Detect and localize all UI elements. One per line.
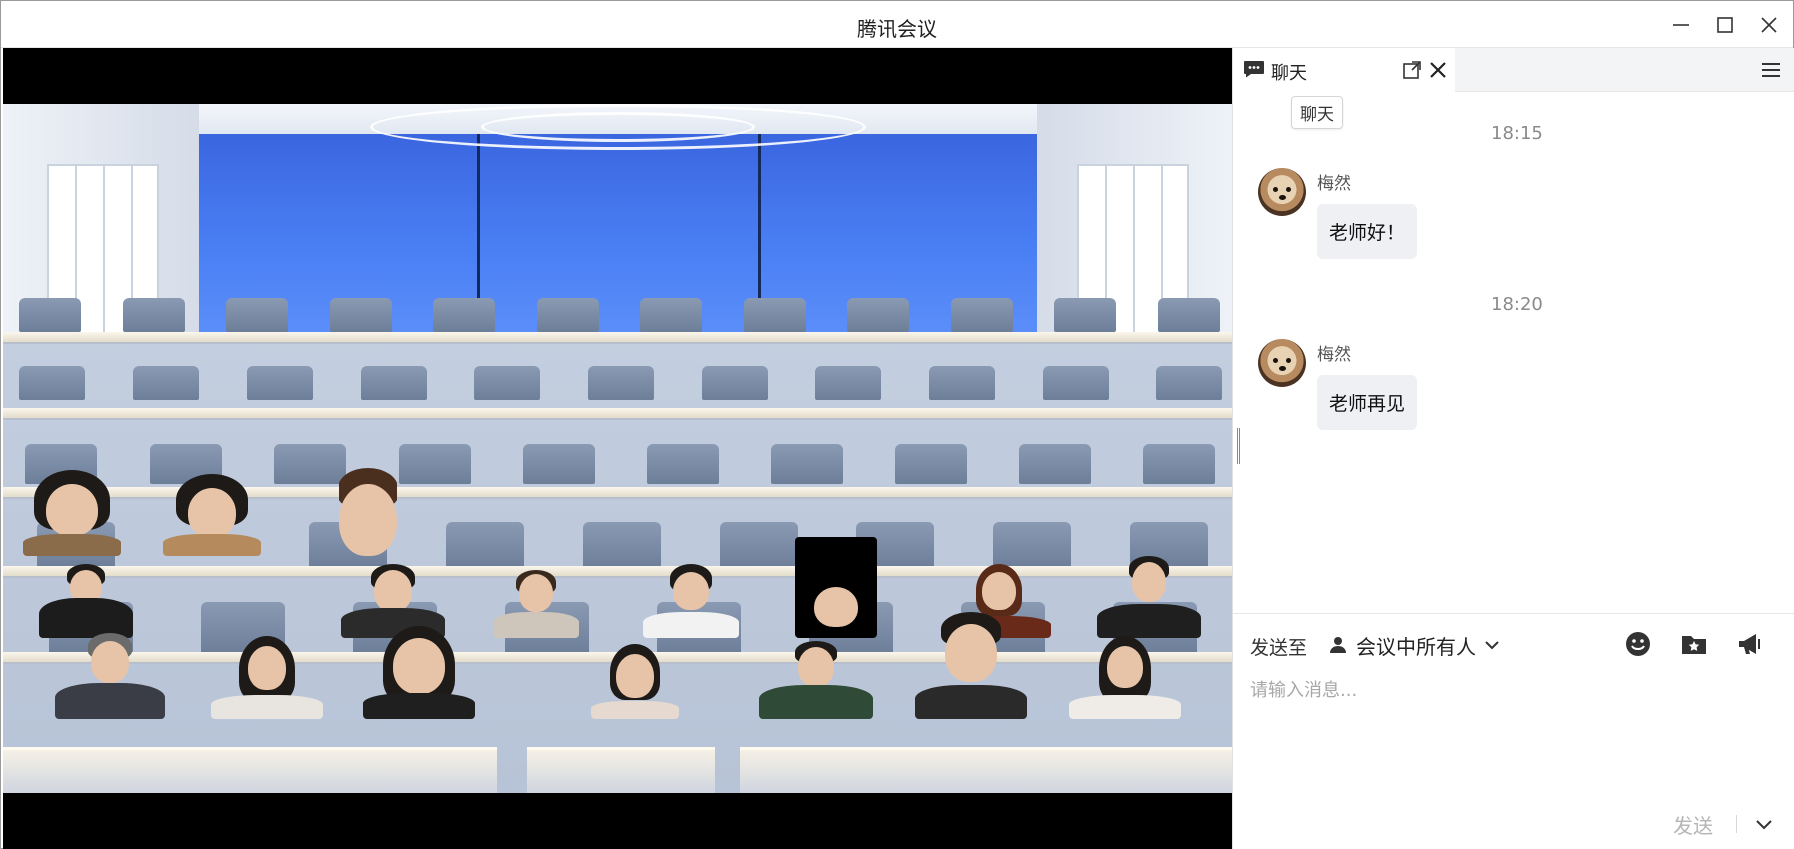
seat bbox=[640, 298, 702, 332]
participant-video[interactable] bbox=[643, 562, 739, 638]
front-desk bbox=[527, 747, 715, 793]
desk-row bbox=[3, 408, 1232, 420]
desk-row bbox=[3, 332, 1232, 344]
person-icon bbox=[1330, 637, 1346, 653]
participant-video[interactable] bbox=[55, 631, 165, 719]
participant-video[interactable] bbox=[363, 624, 475, 719]
compose-area: 发送至 会议中所有人 请输入消息... 发送 bbox=[1233, 613, 1794, 849]
title-bar: 腾讯会议 bbox=[1, 1, 1793, 48]
seat bbox=[1156, 366, 1222, 400]
seat bbox=[330, 298, 392, 332]
send-to-label: 发送至 bbox=[1250, 637, 1308, 659]
minimize-icon bbox=[1673, 24, 1689, 26]
participant-video[interactable] bbox=[339, 468, 397, 556]
seat bbox=[19, 298, 81, 332]
seat bbox=[744, 298, 806, 332]
message-timestamp: 18:15 bbox=[1491, 123, 1543, 144]
participant-video[interactable] bbox=[915, 610, 1027, 719]
participant-video[interactable] bbox=[591, 642, 679, 719]
folder-star-icon[interactable] bbox=[1680, 630, 1708, 658]
close-window-button[interactable] bbox=[1751, 9, 1787, 41]
wall-seam bbox=[477, 134, 480, 304]
seat bbox=[895, 444, 967, 484]
seat bbox=[647, 444, 719, 484]
close-icon bbox=[1761, 17, 1777, 33]
panel-resize-handle[interactable] bbox=[1237, 428, 1240, 464]
video-stage[interactable] bbox=[3, 48, 1232, 849]
seat bbox=[847, 298, 909, 332]
chat-bubble-icon bbox=[1244, 61, 1264, 78]
message-timestamp: 18:20 bbox=[1491, 294, 1543, 315]
seat bbox=[951, 298, 1013, 332]
seat bbox=[929, 366, 995, 400]
seat bbox=[537, 298, 599, 332]
blue-backwall bbox=[199, 134, 1037, 334]
megaphone-icon[interactable] bbox=[1736, 630, 1764, 658]
avatar[interactable] bbox=[1258, 339, 1306, 387]
participant-video[interactable] bbox=[23, 468, 121, 556]
minimize-button[interactable] bbox=[1663, 9, 1699, 41]
front-desk bbox=[740, 747, 1232, 793]
participant-video[interactable] bbox=[39, 562, 133, 638]
send-button[interactable]: 发送 bbox=[1673, 810, 1713, 839]
chat-tab-label: 聊天 bbox=[1271, 63, 1307, 84]
emoji-icon[interactable] bbox=[1624, 630, 1652, 658]
hamburger-menu-icon[interactable] bbox=[1759, 60, 1783, 80]
send-divider bbox=[1736, 815, 1737, 833]
seat bbox=[361, 366, 427, 400]
window-title: 腾讯会议 bbox=[857, 17, 937, 41]
chat-section-tag: 聊天 bbox=[1291, 96, 1343, 129]
participant-video[interactable] bbox=[795, 537, 877, 638]
seat bbox=[1158, 298, 1220, 332]
seat bbox=[771, 444, 843, 484]
seat bbox=[433, 298, 495, 332]
participant-video[interactable] bbox=[493, 566, 579, 638]
seat bbox=[702, 366, 768, 400]
front-desk bbox=[3, 747, 497, 793]
seat bbox=[523, 444, 595, 484]
recipient-value: 会议中所有人 bbox=[1356, 634, 1476, 659]
chat-panel: 聊天 聊天 18:15 梅然 老师好！ 18:20 梅然 老师再见 发送至 会议… bbox=[1232, 48, 1794, 849]
close-icon[interactable] bbox=[1427, 59, 1449, 81]
chevron-down-icon[interactable] bbox=[1753, 813, 1775, 835]
message-bubble: 老师再见 bbox=[1317, 375, 1418, 430]
virtual-lecture-hall bbox=[3, 104, 1232, 793]
recipient-select[interactable]: 会议中所有人 bbox=[1328, 630, 1500, 660]
seat bbox=[19, 366, 85, 400]
message-sender: 梅然 bbox=[1317, 174, 1351, 194]
seat bbox=[1043, 366, 1109, 400]
seat bbox=[815, 366, 881, 400]
seat bbox=[446, 522, 524, 568]
seat bbox=[1143, 444, 1215, 484]
seat bbox=[1054, 298, 1116, 332]
message-sender: 梅然 bbox=[1317, 345, 1351, 365]
maximize-icon bbox=[1717, 17, 1733, 33]
participant-video[interactable] bbox=[1069, 634, 1181, 719]
seat bbox=[123, 298, 185, 332]
ceiling-light-ring bbox=[481, 112, 755, 142]
popout-icon[interactable] bbox=[1402, 60, 1422, 80]
seat bbox=[588, 366, 654, 400]
maximize-button[interactable] bbox=[1707, 9, 1743, 41]
meeting-window: 腾讯会议 聊天 聊天 18:15 梅然 老师好！ 18:20 梅然 老师再见 发… bbox=[0, 0, 1794, 849]
tab-chat[interactable]: 聊天 bbox=[1233, 48, 1455, 92]
seat bbox=[274, 444, 346, 484]
seat bbox=[247, 366, 313, 400]
participant-video[interactable] bbox=[1097, 554, 1201, 638]
chevron-down-icon bbox=[1485, 641, 1499, 650]
message-bubble: 老师好！ bbox=[1317, 204, 1418, 259]
seat bbox=[1019, 444, 1091, 484]
participant-video[interactable] bbox=[759, 639, 873, 719]
seat bbox=[474, 366, 540, 400]
participant-video[interactable] bbox=[163, 474, 261, 556]
seat bbox=[226, 298, 288, 332]
seat bbox=[399, 444, 471, 484]
wall-seam bbox=[758, 134, 761, 304]
seat bbox=[133, 366, 199, 400]
chat-tab-bar: 聊天 bbox=[1233, 48, 1794, 92]
message-input[interactable] bbox=[1250, 676, 1780, 786]
avatar[interactable] bbox=[1258, 168, 1306, 216]
participant-video[interactable] bbox=[211, 634, 323, 719]
